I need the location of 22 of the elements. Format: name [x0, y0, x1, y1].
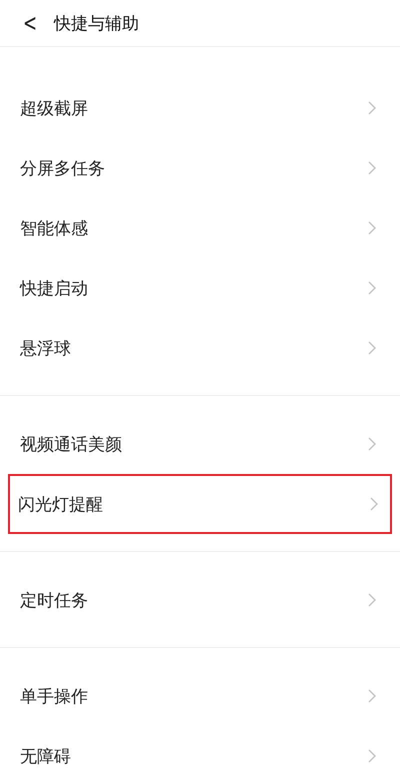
settings-item[interactable]: 悬浮球 [0, 318, 400, 378]
chevron-icon [368, 689, 376, 703]
chevron-icon [370, 497, 378, 511]
settings-item[interactable]: 单手操作 [0, 666, 400, 726]
chevron-icon [368, 341, 376, 355]
page-title: 快捷与辅助 [54, 12, 140, 34]
settings-item[interactable]: 超级截屏 [0, 78, 400, 138]
settings-item[interactable]: 无障碍 [0, 726, 400, 779]
chevron-icon [368, 161, 376, 175]
settings-item[interactable]: 分屏多任务 [0, 138, 400, 198]
chevron-icon [368, 437, 376, 451]
settings-item[interactable]: 定时任务 [0, 570, 400, 630]
chevron-icon [368, 593, 376, 607]
chevron-icon [368, 281, 376, 295]
settings-item[interactable]: 视频通话美颜 [0, 414, 400, 474]
settings-item[interactable]: 智能体感 [0, 198, 400, 258]
settings-item[interactable]: 快捷启动 [0, 258, 400, 318]
chevron-icon [368, 749, 376, 763]
back-button[interactable]: < [23, 9, 38, 37]
chevron-icon [368, 221, 376, 235]
chevron-icon [368, 101, 376, 115]
highlighted-settings-item[interactable]: 闪光灯提醒 [8, 474, 392, 534]
